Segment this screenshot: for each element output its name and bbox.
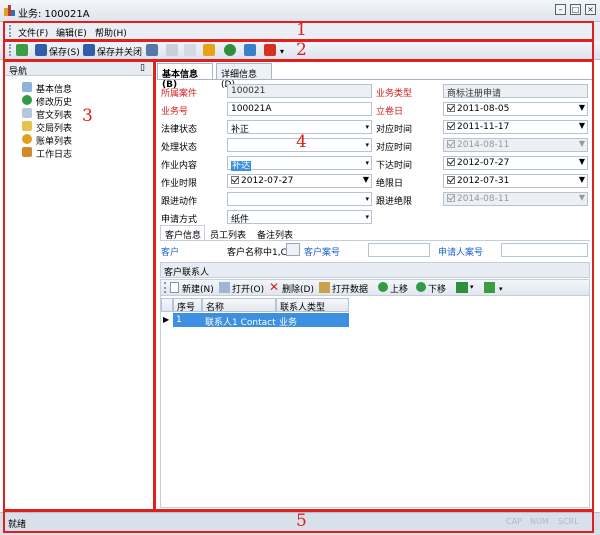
maximize-icon[interactable]: □ <box>570 4 581 15</box>
callout-1: 1 <box>296 20 307 40</box>
callout-5: 5 <box>296 511 307 531</box>
callout-4: 4 <box>296 132 307 152</box>
region-3-box <box>3 60 156 511</box>
title-bar <box>0 0 600 22</box>
callout-2: 2 <box>296 40 307 60</box>
window-title: 业务: 100021A <box>18 9 90 20</box>
callout-3: 3 <box>82 106 93 126</box>
region-4-box <box>153 60 594 511</box>
app-logo-icon <box>4 4 15 16</box>
minimize-icon[interactable]: – <box>555 4 566 15</box>
close-icon[interactable]: × <box>585 4 596 15</box>
